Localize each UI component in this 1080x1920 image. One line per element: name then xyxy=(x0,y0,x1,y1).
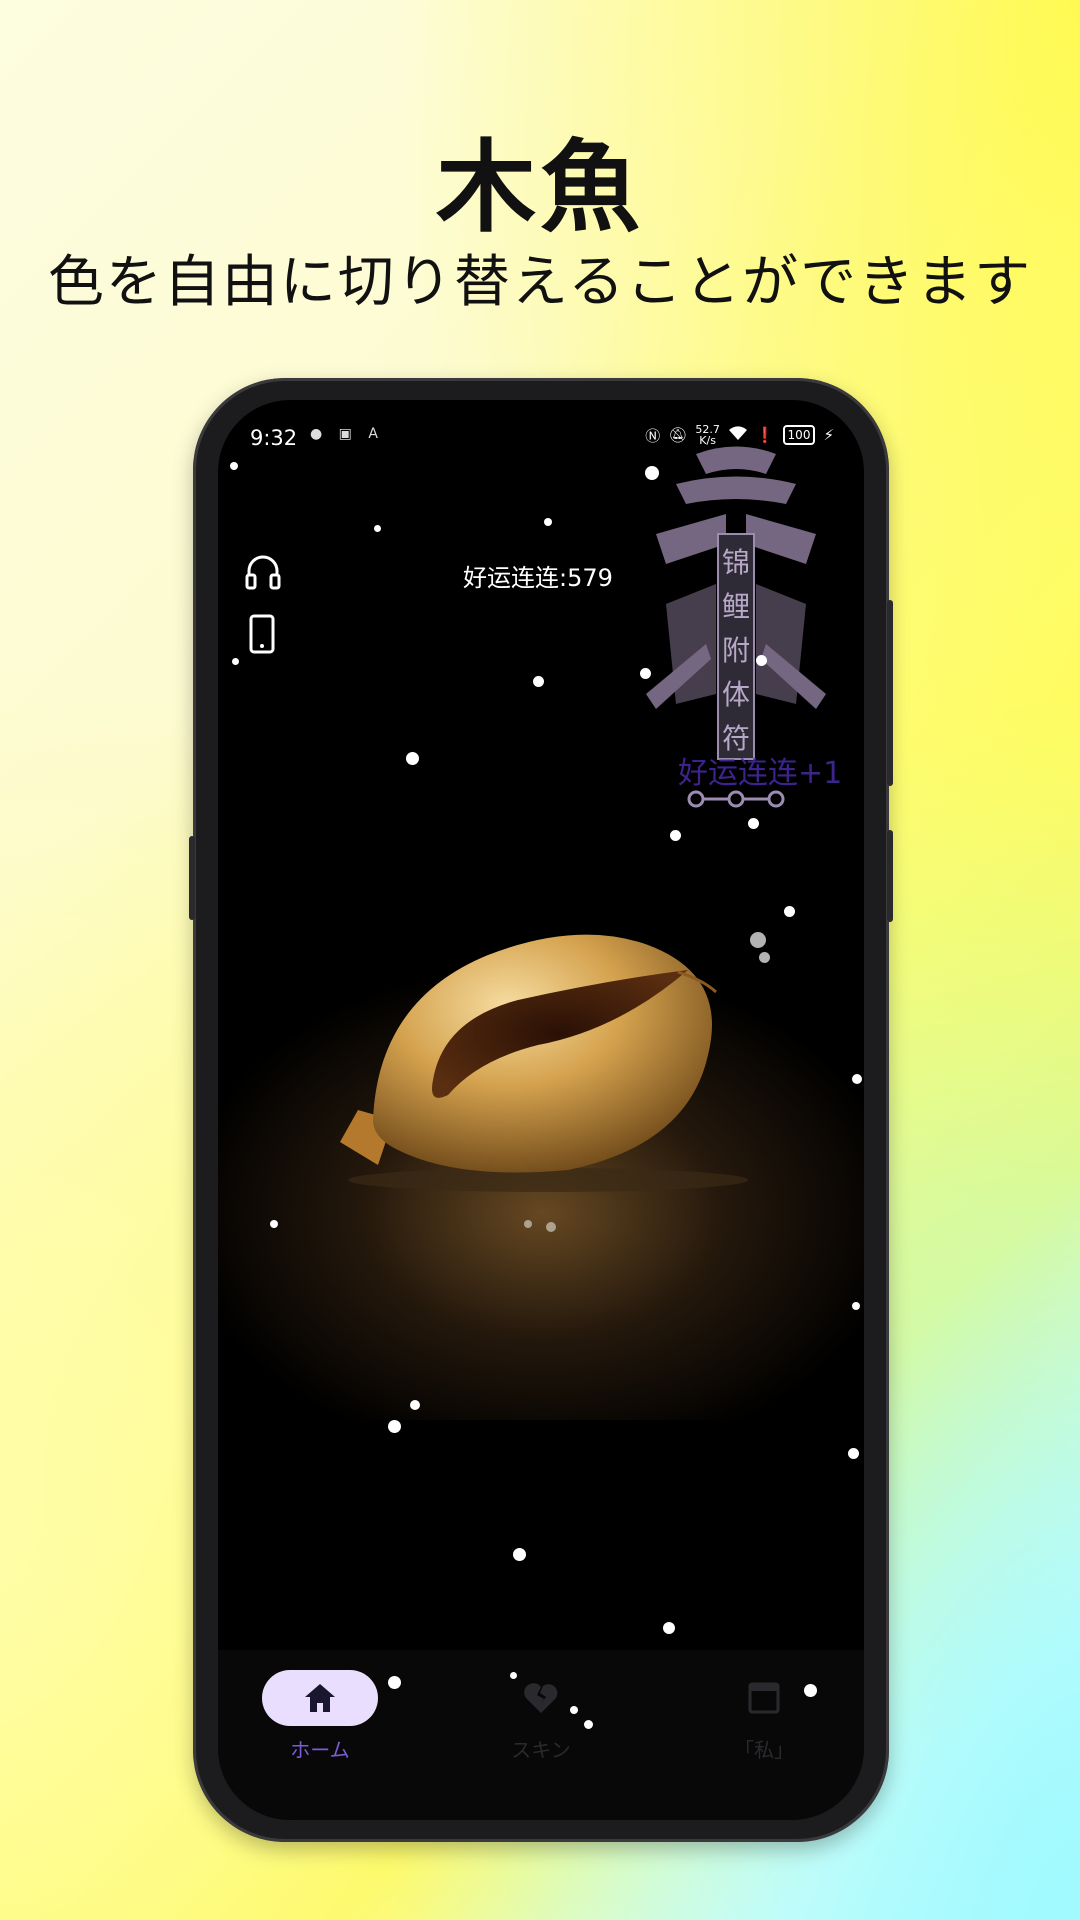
snow-dot xyxy=(645,466,659,480)
promo-subtitle: 色を自由に切り替えることができます xyxy=(47,250,1033,315)
wooden-fish[interactable] xyxy=(318,880,758,1200)
snow-dot xyxy=(804,1684,817,1697)
snow-dot xyxy=(388,1676,401,1689)
charm-char-1: 锦 xyxy=(722,546,750,579)
mute-icon: 🔕︎ xyxy=(668,426,688,444)
phone-power-button xyxy=(887,830,893,922)
snow-dot xyxy=(750,932,766,948)
snow-dot xyxy=(546,1222,556,1232)
nav-label-skin: スキン xyxy=(511,1738,571,1762)
broken-heart-icon xyxy=(524,1683,558,1713)
phone-screen: 9:32 ● ▣ A Ⓝ 🔕︎ 52.7 K/s ❗ 100 ⚡ 好运连连:57… xyxy=(218,400,864,1820)
snow-dot xyxy=(670,830,681,841)
snow-dot xyxy=(230,462,238,470)
charm-char-2: 鲤 xyxy=(722,590,750,623)
snow-dot xyxy=(533,676,544,687)
snow-dot xyxy=(784,906,795,917)
window-icon xyxy=(748,1682,780,1714)
headphones-icon[interactable] xyxy=(244,552,282,596)
nfc-icon: Ⓝ xyxy=(645,426,661,445)
status-time: 9:32 xyxy=(250,426,298,450)
charging-icon: ⚡ xyxy=(823,426,834,444)
snow-dot xyxy=(663,1622,675,1634)
plus-one-text: 好运连连+1 xyxy=(678,756,843,791)
bottom-nav: ホーム スキン 「私」 xyxy=(218,1650,864,1820)
promo-title: 木魚 xyxy=(436,129,644,246)
charm-char-3: 附 xyxy=(722,634,750,667)
snow-dot xyxy=(374,525,381,532)
home-icon xyxy=(305,1684,335,1712)
phone-volume-button xyxy=(887,600,893,786)
wifi-icon xyxy=(728,425,748,445)
nav-label-home: ホーム xyxy=(290,1738,350,1762)
nav-label-me: 「私」 xyxy=(734,1738,794,1762)
snow-dot xyxy=(640,668,651,679)
snow-dot xyxy=(524,1220,532,1228)
snow-dot xyxy=(584,1720,593,1729)
status-right-icons: Ⓝ 🔕︎ 52.7 K/s ❗ 100 ⚡ xyxy=(645,424,834,446)
battery-indicator: 100 xyxy=(782,425,816,445)
snow-dot xyxy=(748,818,759,829)
net-speed: 52.7 K/s xyxy=(695,424,720,446)
alert-icon: ❗ xyxy=(755,426,775,444)
snow-dot xyxy=(510,1672,517,1679)
nav-item-me[interactable]: 「私」 xyxy=(684,1670,844,1763)
snow-dot xyxy=(759,952,770,963)
notification-icons: ● ▣ A xyxy=(310,426,384,442)
snow-dot xyxy=(848,1448,859,1459)
snow-dot xyxy=(388,1420,401,1433)
snow-dot xyxy=(570,1706,578,1714)
snow-dot xyxy=(513,1548,526,1561)
snow-dot xyxy=(270,1220,278,1228)
charm-char-4: 体 xyxy=(722,678,750,711)
nav-me-icon-box[interactable] xyxy=(706,1670,822,1726)
snow-dot xyxy=(410,1400,420,1410)
snow-dot xyxy=(852,1074,862,1084)
snow-dot xyxy=(406,752,419,765)
nav-item-home[interactable]: ホーム xyxy=(240,1670,400,1763)
luck-counter: 好运连连:579 xyxy=(463,564,613,592)
snow-dot xyxy=(852,1302,860,1310)
nav-skin-icon-box[interactable] xyxy=(483,1670,599,1726)
snow-dot xyxy=(756,655,767,666)
nav-home-pill[interactable] xyxy=(262,1670,378,1726)
snow-dot xyxy=(232,658,239,665)
phone-side-button-left xyxy=(189,836,195,920)
phone-icon[interactable] xyxy=(248,614,276,658)
snow-dot xyxy=(544,518,552,526)
nav-item-skin[interactable]: スキン xyxy=(461,1670,621,1763)
